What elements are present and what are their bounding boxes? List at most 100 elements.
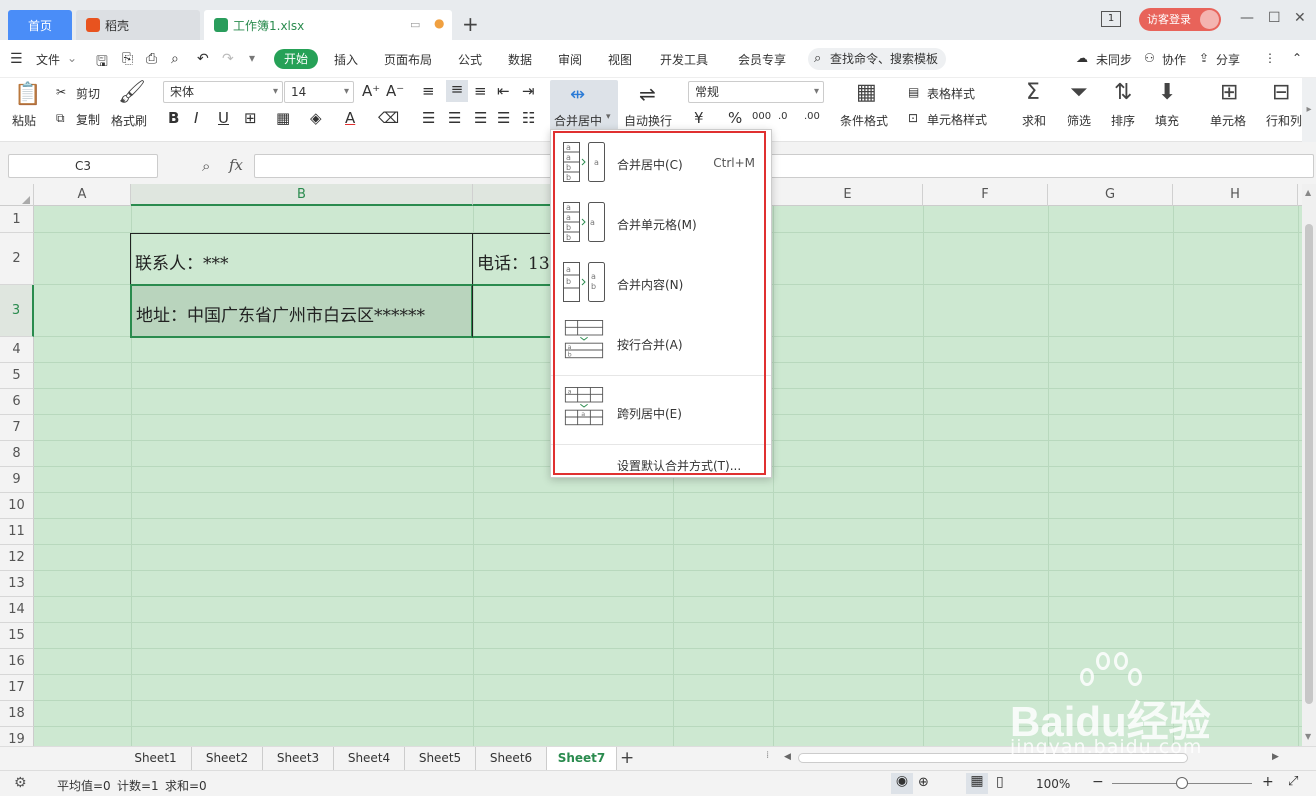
copy-icon[interactable]: ⧉ xyxy=(56,111,65,126)
font-name-select[interactable]: 宋体 xyxy=(163,81,283,103)
sheet-tab[interactable]: Sheet2 xyxy=(192,747,263,770)
underline-icon[interactable]: U xyxy=(218,109,229,127)
tab-split-handle-icon[interactable]: ⁞ xyxy=(766,750,769,761)
zoom-slider-thumb[interactable] xyxy=(1176,777,1188,789)
guest-login-button[interactable]: 访客登录 xyxy=(1139,8,1221,31)
menu-start[interactable]: 开始 xyxy=(274,49,318,69)
paste-icon[interactable]: 📋 xyxy=(14,82,41,107)
cell-b3[interactable]: 地址：中国广东省广州市白云区****** xyxy=(130,284,473,338)
print-icon[interactable]: ⎙ xyxy=(146,51,157,67)
align-top-icon[interactable]: ≡ xyxy=(422,82,435,100)
column-header-e[interactable]: E xyxy=(773,184,923,206)
cell-c2[interactable]: 电话：13 xyxy=(472,233,552,285)
row-header[interactable]: 19 xyxy=(0,727,34,746)
row-header[interactable]: 2 xyxy=(0,233,34,285)
thousands-icon[interactable]: 000 xyxy=(752,111,771,122)
cond-format-button[interactable]: 条件格式 xyxy=(840,112,888,129)
align-middle-icon[interactable]: ≡ xyxy=(446,80,468,102)
copy-button[interactable]: 复制 xyxy=(76,111,100,128)
column-header-c[interactable] xyxy=(473,184,551,206)
indent-increase-icon[interactable]: ⇥ xyxy=(522,82,535,100)
decimal-increase-icon[interactable]: .0 xyxy=(778,111,788,122)
close-icon[interactable]: ✕ xyxy=(1294,10,1306,26)
number-format-select[interactable]: 常规 xyxy=(688,81,824,103)
cut-icon[interactable]: ✂ xyxy=(56,85,66,99)
column-header-b[interactable]: B xyxy=(131,184,473,206)
cell-c3[interactable] xyxy=(472,284,552,338)
hamburger-icon[interactable]: ☰ xyxy=(10,51,23,67)
row-header[interactable]: 7 xyxy=(0,415,34,441)
monitor-icon[interactable]: ▭ xyxy=(410,18,420,31)
menu-developer[interactable]: 开发工具 xyxy=(660,51,708,68)
distributed-align-icon[interactable]: ☷ xyxy=(522,109,535,127)
row-header[interactable]: 12 xyxy=(0,545,34,571)
italic-icon[interactable]: I xyxy=(194,109,198,127)
add-sheet-icon[interactable]: + xyxy=(620,748,634,768)
sheet-tab[interactable]: Sheet3 xyxy=(263,747,334,770)
font-shrink-icon[interactable]: A⁻ xyxy=(386,82,404,100)
row-header[interactable]: 17 xyxy=(0,675,34,701)
fx-icon[interactable]: fx xyxy=(229,156,243,174)
sheet-tab[interactable]: Sheet7 xyxy=(547,747,617,770)
row-header[interactable]: 9 xyxy=(0,467,34,493)
cell-icon[interactable]: ⊞ xyxy=(1220,80,1238,105)
window-count-badge[interactable]: 1 xyxy=(1101,11,1121,27)
ribbon-scroll-right-icon[interactable]: ▸ xyxy=(1302,78,1316,142)
save-icon[interactable]: 🖫 xyxy=(96,51,108,75)
sum-button[interactable]: 求和 xyxy=(1022,112,1046,129)
clear-format-icon[interactable]: ⌫ xyxy=(378,109,399,127)
percent-icon[interactable]: % xyxy=(728,109,742,127)
page-view-icon[interactable]: ▯ xyxy=(996,774,1004,790)
cell-b2[interactable]: 联系人：*** xyxy=(130,233,473,285)
align-center-icon[interactable]: ☰ xyxy=(448,109,461,127)
export-pdf-icon[interactable]: ⎘ xyxy=(122,51,133,67)
menu-review[interactable]: 审阅 xyxy=(558,51,582,68)
cell-shading-icon[interactable]: ▦ xyxy=(276,109,290,127)
unsync-button[interactable]: 未同步 xyxy=(1096,51,1132,68)
zoom-in-icon[interactable]: + xyxy=(1262,774,1274,790)
collab-button[interactable]: 协作 xyxy=(1162,51,1186,68)
wrap-text-icon[interactable]: ⇌ xyxy=(639,82,656,106)
formula-input[interactable] xyxy=(254,154,1314,178)
decimal-decrease-icon[interactable]: .00 xyxy=(804,111,820,122)
undo-icon[interactable]: ↶ xyxy=(197,51,209,67)
justify-icon[interactable]: ☰ xyxy=(497,109,510,127)
indent-decrease-icon[interactable]: ⇤ xyxy=(497,82,510,100)
fill-color-icon[interactable]: ◈ xyxy=(310,109,322,127)
vertical-scrollbar[interactable]: ▲ ▼ xyxy=(1302,184,1316,746)
row-header[interactable]: 5 xyxy=(0,363,34,389)
row-header[interactable]: 16 xyxy=(0,649,34,675)
row-header[interactable]: 1 xyxy=(0,206,34,233)
row-header[interactable]: 11 xyxy=(0,519,34,545)
new-tab-button[interactable]: + xyxy=(462,12,479,36)
fill-button[interactable]: 填充 xyxy=(1155,112,1179,129)
column-header-h[interactable]: H xyxy=(1173,184,1298,206)
share-button[interactable]: 分享 xyxy=(1216,51,1240,68)
merge-center-button[interactable]: ⇹ 合并居中 ▾ xyxy=(550,80,618,130)
minimize-icon[interactable]: — xyxy=(1240,10,1254,26)
scroll-down-icon[interactable]: ▼ xyxy=(1305,732,1311,741)
quick-access-more-icon[interactable]: ▾ xyxy=(249,51,255,65)
row-header[interactable]: 3 xyxy=(0,285,34,337)
bold-icon[interactable]: B xyxy=(168,109,179,127)
row-header[interactable]: 14 xyxy=(0,597,34,623)
cut-button[interactable]: 剪切 xyxy=(76,85,100,102)
sort-icon[interactable]: ⇅ xyxy=(1114,80,1132,105)
normal-view-icon[interactable]: ▦ xyxy=(966,773,988,794)
hscroll-left-icon[interactable]: ◀ xyxy=(784,752,791,762)
font-grow-icon[interactable]: A⁺ xyxy=(362,82,380,100)
row-header[interactable]: 10 xyxy=(0,493,34,519)
row-header[interactable]: 8 xyxy=(0,441,34,467)
redo-icon[interactable]: ↷ xyxy=(222,51,234,67)
zoom-formula-icon[interactable]: ⌕ xyxy=(202,157,210,175)
row-header[interactable]: 13 xyxy=(0,571,34,597)
sheet-tab[interactable]: Sheet6 xyxy=(476,747,547,770)
menu-view[interactable]: 视图 xyxy=(608,51,632,68)
hscroll-right-icon[interactable]: ▶ xyxy=(1272,752,1279,762)
input-method-icon[interactable]: ⊕ xyxy=(918,775,929,790)
tab-workbook[interactable]: 工作簿1.xlsx ▭ ● xyxy=(204,10,452,40)
column-header-f[interactable]: F xyxy=(923,184,1048,206)
zoom-out-icon[interactable]: − xyxy=(1092,774,1104,790)
select-all-corner[interactable] xyxy=(0,184,34,206)
border-icon[interactable]: ⊞ xyxy=(244,109,257,127)
